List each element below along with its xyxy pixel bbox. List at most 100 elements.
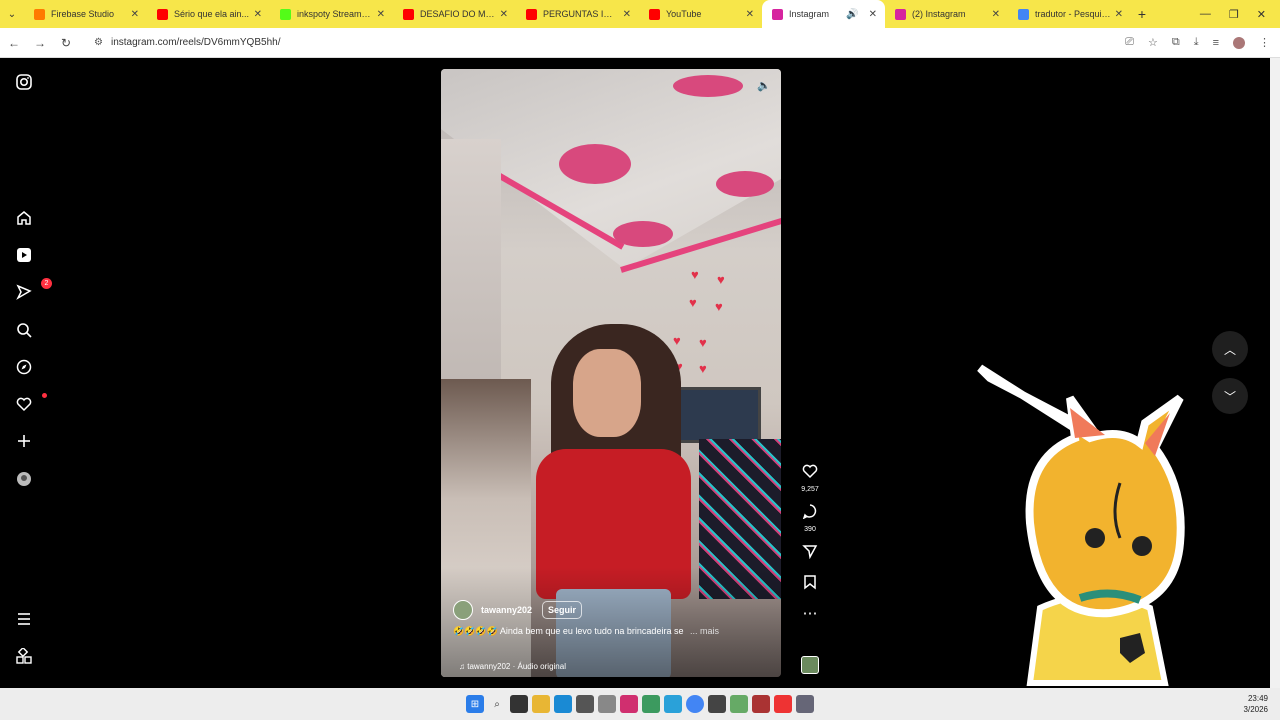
close-icon[interactable]: ✕ [992,9,1000,20]
app-icon[interactable] [642,695,660,713]
download-icon[interactable]: ⤓ [1194,36,1199,49]
browser-tab[interactable]: inkspoty Stream - W... ✕ [270,0,393,28]
audio-label: tawanny202 · Áudio original [467,662,566,671]
app-icon[interactable] [664,695,682,713]
back-icon[interactable]: ← [2,36,26,50]
bookmark-star-icon[interactable]: ☆ [1148,36,1158,49]
browser-tab[interactable]: DESAFIO DO MANIC... ✕ [393,0,516,28]
taskbar-clock[interactable]: 23:49 3/2026 [1244,693,1268,715]
instagram-reels-page: 2 ♥ ♥ ♥ ♥ ♥ ♥ ♥ ♥ 🔈 tawanny202 Seguir 🤣🤣… [0,58,1270,688]
close-icon[interactable]: ✕ [131,9,139,20]
save-action[interactable] [797,574,823,595]
reel-caption: 🤣🤣🤣🤣 Ainda bem que eu levo tudo na brinc… [453,626,773,637]
taskbar-search-icon[interactable]: ⌕ [488,695,506,713]
toolbar-actions: ⎚ ☆ ⧉ ⤓ ≡ ⋮ [1125,36,1280,49]
close-icon[interactable]: ✕ [623,9,631,20]
media-control-icon[interactable]: ≡ [1213,37,1219,49]
caption-more-link[interactable]: ... mais [690,626,719,636]
app-icon[interactable] [708,695,726,713]
page-scrollbar[interactable] [1270,58,1280,688]
browser-tab[interactable]: Firebase Studio ✕ [24,0,147,28]
site-info-icon[interactable]: ⚙ [94,37,103,48]
chevron-down-icon: ⌄ [7,8,17,20]
app-icon[interactable] [774,695,792,713]
youtube-icon [526,8,537,20]
edge-browser-icon[interactable] [554,695,572,713]
url-field[interactable]: ⚙ instagram.com/reels/DV6mmYQB5hh/ [94,37,280,48]
app-icon[interactable] [620,695,638,713]
notification-dot [42,393,47,398]
close-icon[interactable]: ✕ [1115,9,1123,20]
like-action[interactable]: 9,257 [797,463,823,493]
audio-thumbnail[interactable] [801,656,819,674]
profile-avatar[interactable] [1233,36,1245,49]
tab-search-menu[interactable]: ⌄ [0,0,24,28]
instagram-logo-icon[interactable] [14,72,34,92]
browser-tab-active[interactable]: Instagram 🔊 ✕ [762,0,885,28]
more-menu-icon[interactable] [14,609,34,629]
google-icon [1018,8,1029,20]
reel-audio[interactable]: ♫ tawanny202 · Áudio original [459,662,566,671]
browser-tab[interactable]: (2) Instagram ✕ [885,0,1008,28]
notifications-heart-icon[interactable] [14,393,47,414]
bookmark-icon[interactable] [802,574,818,595]
close-icon[interactable]: ✕ [869,9,877,20]
app-icon[interactable] [796,695,814,713]
create-plus-icon[interactable] [14,431,34,451]
instagram-icon [772,8,783,20]
share-action[interactable] [797,543,823,564]
profile-avatar-icon[interactable] [14,469,34,489]
maximize-icon[interactable]: ❐ [1229,8,1239,21]
follow-button[interactable]: Seguir [542,601,583,619]
like-heart-icon[interactable] [802,463,818,484]
task-view-icon[interactable] [510,695,528,713]
close-window-icon[interactable]: ✕ [1257,8,1266,21]
app-icon[interactable] [752,695,770,713]
forward-icon[interactable]: → [28,36,52,50]
browser-tab[interactable]: tradutor - Pesquisa G... ✕ [1008,0,1131,28]
menu-kebab-icon[interactable]: ⋮ [1259,36,1270,49]
close-icon[interactable]: ✕ [377,9,385,20]
search-icon[interactable] [14,320,34,340]
app-icon[interactable] [598,695,616,713]
reel-author: tawanny202 Seguir [453,600,583,620]
file-explorer-icon[interactable] [532,695,550,713]
minimize-icon[interactable]: — [1200,8,1211,21]
share-send-icon[interactable] [802,543,818,564]
extensions-icon[interactable]: ⧉ [1172,36,1180,49]
browser-tab[interactable]: YouTube ✕ [639,0,762,28]
video-scene-heart: ♥ [673,333,681,348]
close-icon[interactable]: ✕ [254,9,262,20]
more-dots-icon[interactable]: ⋯ [803,605,818,623]
messages-icon[interactable]: 2 [14,278,52,302]
comment-action[interactable]: 390 [797,503,823,533]
video-scene-heart: ♥ [689,295,697,310]
reload-icon[interactable]: ↻ [54,36,78,50]
clock-time: 23:49 [1247,694,1268,703]
reels-icon[interactable] [14,245,34,265]
more-options-action[interactable]: ⋯ [797,605,823,623]
new-tab-button[interactable]: + [1131,6,1153,22]
browser-tab[interactable]: PERGUNTAS IDIOTAS... ✕ [516,0,639,28]
close-icon[interactable]: ✕ [500,9,508,20]
reel-video[interactable]: ♥ ♥ ♥ ♥ ♥ ♥ ♥ ♥ 🔈 tawanny202 Seguir 🤣🤣🤣🤣… [441,69,781,677]
explore-compass-icon[interactable] [14,357,34,377]
close-icon[interactable]: ✕ [746,9,754,20]
app-icon[interactable] [730,695,748,713]
tab-title: Firebase Studio [51,9,115,19]
comment-count: 390 [804,526,816,533]
speaker-icon[interactable]: 🔊 [846,9,858,20]
youtube-icon [157,8,168,20]
also-from-meta-icon[interactable] [14,646,34,666]
comment-icon[interactable] [802,503,818,524]
volume-icon[interactable]: 🔈 [757,79,771,92]
install-app-icon[interactable]: ⎚ [1125,36,1134,49]
store-icon[interactable] [576,695,594,713]
chrome-icon[interactable] [686,695,704,713]
browser-tab[interactable]: Sério que ela ain... ✕ [147,0,270,28]
author-avatar[interactable] [453,600,473,620]
author-username[interactable]: tawanny202 [481,605,532,615]
video-scene-heart: ♥ [699,361,707,376]
windows-start-icon[interactable]: ⊞ [466,695,484,713]
home-icon[interactable] [14,208,34,228]
